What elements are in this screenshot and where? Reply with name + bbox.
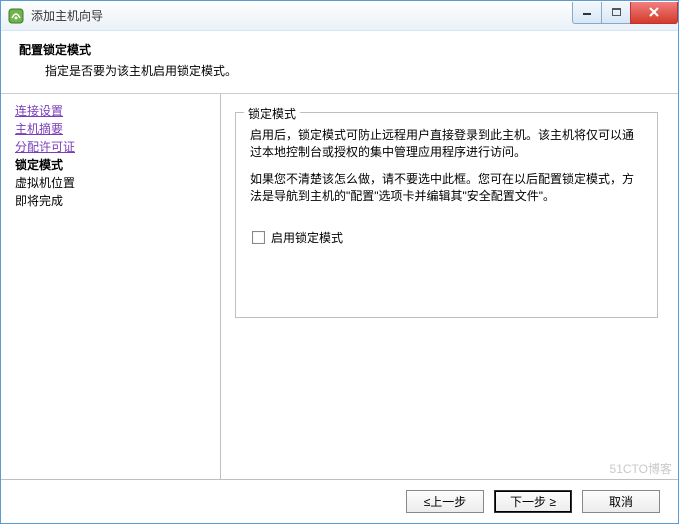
cancel-button[interactable]: 取消	[582, 490, 660, 513]
window-controls	[573, 2, 678, 24]
close-button[interactable]	[630, 2, 678, 24]
groupbox-description: 启用后，锁定模式可防止远程用户直接登录到此主机。该主机将仅可以通过本地控制台或授…	[250, 127, 643, 205]
titlebar: 添加主机向导	[1, 1, 678, 31]
wizard-header: 配置锁定模式 指定是否要为该主机启用锁定模式。	[1, 31, 678, 94]
step-lockdown-mode: 锁定模式	[15, 156, 220, 174]
step-vm-location: 虚拟机位置	[15, 174, 220, 192]
groupbox-legend: 锁定模式	[244, 105, 300, 122]
step-assign-license[interactable]: 分配许可证	[15, 138, 220, 156]
header-subtitle: 指定是否要为该主机启用锁定模式。	[45, 62, 660, 79]
next-button[interactable]: 下一步 ≥	[494, 490, 572, 513]
window-title: 添加主机向导	[31, 7, 573, 24]
enable-lockdown-label: 启用锁定模式	[271, 229, 343, 246]
wizard-content: 锁定模式 启用后，锁定模式可防止远程用户直接登录到此主机。该主机将仅可以通过本地…	[221, 94, 678, 494]
maximize-button[interactable]	[601, 2, 631, 24]
description-para-1: 启用后，锁定模式可防止远程用户直接登录到此主机。该主机将仅可以通过本地控制台或授…	[250, 127, 643, 161]
lockdown-groupbox: 锁定模式 启用后，锁定模式可防止远程用户直接登录到此主机。该主机将仅可以通过本地…	[235, 112, 658, 318]
back-button[interactable]: ≤上一步	[406, 490, 484, 513]
wizard-footer: ≤上一步 下一步 ≥ 取消	[1, 479, 678, 523]
minimize-button[interactable]	[572, 2, 602, 24]
step-ready-complete: 即将完成	[15, 192, 220, 210]
enable-lockdown-row[interactable]: 启用锁定模式	[252, 229, 643, 246]
header-title: 配置锁定模式	[19, 41, 660, 58]
app-icon	[7, 7, 25, 25]
step-connection-settings[interactable]: 连接设置	[15, 102, 220, 120]
description-para-2: 如果您不清楚该怎么做，请不要选中此框。您可在以后配置锁定模式，方法是导航到主机的…	[250, 171, 643, 205]
step-host-summary[interactable]: 主机摘要	[15, 120, 220, 138]
enable-lockdown-checkbox[interactable]	[252, 231, 265, 244]
wizard-steps-sidebar: 连接设置 主机摘要 分配许可证 锁定模式 虚拟机位置 即将完成	[1, 94, 221, 494]
wizard-body: 连接设置 主机摘要 分配许可证 锁定模式 虚拟机位置 即将完成 锁定模式 启用后…	[1, 94, 678, 494]
wizard-window: 添加主机向导 配置锁定模式 指定是否要为该主机启用锁定模式。 连接设置 主机摘要…	[0, 0, 679, 524]
